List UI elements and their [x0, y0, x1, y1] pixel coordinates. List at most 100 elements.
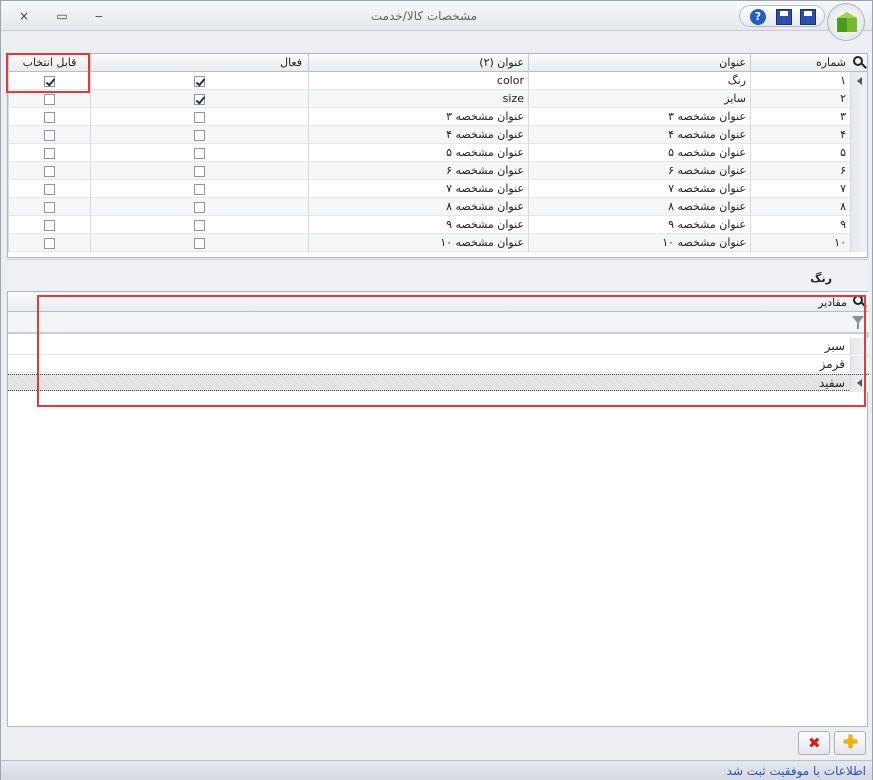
status-bar: اطلاعات با موفقیت ثبت شد — [1, 760, 872, 780]
search-icon[interactable] — [851, 55, 867, 71]
row-indicator[interactable] — [850, 162, 867, 180]
feature-row[interactable]: عنوان مشخصه ۴ عنوان مشخصه ۴۴ — [8, 126, 867, 144]
row-indicator[interactable] — [850, 216, 867, 234]
title-cell[interactable]: عنوان مشخصه ۹ — [528, 216, 750, 234]
row-indicator[interactable] — [850, 126, 867, 144]
active-checkbox[interactable] — [194, 147, 205, 159]
selectable-checkbox[interactable] — [44, 165, 55, 177]
selectable-cell — [8, 180, 90, 198]
title2-cell[interactable]: عنوان مشخصه ۵ — [308, 144, 528, 162]
active-cell — [90, 108, 308, 126]
column-header-values[interactable]: مقادیر — [818, 296, 847, 309]
feature-row[interactable]: size سایز ۲ — [8, 90, 867, 108]
active-checkbox[interactable] — [194, 93, 205, 105]
title-cell[interactable]: عنوان مشخصه ۱۰ — [528, 234, 750, 252]
title-cell[interactable]: سایز — [528, 90, 750, 108]
values-filter-row[interactable] — [8, 312, 869, 334]
selectable-checkbox[interactable] — [44, 201, 55, 213]
feature-row[interactable]: عنوان مشخصه ۱۰ عنوان مشخصه ۱۰ ۱۰ — [8, 234, 867, 252]
active-checkbox[interactable] — [194, 201, 205, 213]
active-checkbox[interactable] — [194, 75, 205, 87]
title2-cell[interactable]: size — [308, 90, 528, 108]
active-checkbox[interactable] — [194, 165, 205, 177]
active-checkbox[interactable] — [194, 111, 205, 123]
title2-cell[interactable]: عنوان مشخصه ۱۰ — [308, 234, 528, 252]
feature-row[interactable]: عنوان مشخصه ۵ عنوان مشخصه ۵۵ — [8, 144, 867, 162]
title-cell[interactable]: عنوان مشخصه ۴ — [528, 126, 750, 144]
selectable-checkbox[interactable] — [44, 183, 55, 195]
feature-row[interactable]: عنوان مشخصه ۷ عنوان مشخصه ۷۷ — [8, 180, 867, 198]
row-indicator[interactable] — [850, 338, 869, 355]
delete-button[interactable]: ✖ — [798, 731, 830, 755]
row-indicator[interactable] — [850, 108, 867, 126]
features-grid-header: قابل انتخاب فعال عنوان (۲) عنوان شماره — [8, 54, 867, 72]
value-row[interactable]: قرمز — [8, 356, 869, 373]
column-header-active[interactable]: فعال — [90, 54, 308, 72]
row-indicator[interactable] — [850, 375, 869, 392]
title2-cell[interactable]: عنوان مشخصه ۸ — [308, 198, 528, 216]
app-logo-icon[interactable] — [827, 3, 865, 41]
feature-row[interactable]: color رنگ ۱ — [8, 72, 867, 90]
add-button[interactable]: ✚ — [834, 731, 866, 755]
active-checkbox[interactable] — [194, 237, 205, 249]
selectable-checkbox[interactable] — [44, 219, 55, 231]
active-cell — [90, 180, 308, 198]
title-cell[interactable]: عنوان مشخصه ۵ — [528, 144, 750, 162]
feature-row[interactable]: عنوان مشخصه ۸ عنوان مشخصه ۸۸ — [8, 198, 867, 216]
selectable-checkbox[interactable] — [44, 111, 55, 123]
save-icon[interactable] — [800, 9, 816, 25]
save-all-icon[interactable] — [776, 9, 792, 25]
feature-row[interactable]: عنوان مشخصه ۳ عنوان مشخصه ۳۳ — [8, 108, 867, 126]
selectable-cell — [8, 162, 90, 180]
current-row-icon — [857, 379, 862, 387]
row-indicator[interactable] — [850, 198, 867, 216]
title2-cell[interactable]: عنوان مشخصه ۹ — [308, 216, 528, 234]
active-checkbox[interactable] — [194, 219, 205, 231]
title2-cell[interactable]: عنوان مشخصه ۶ — [308, 162, 528, 180]
value-text[interactable]: قرمز — [820, 357, 845, 371]
row-indicator[interactable] — [850, 234, 867, 252]
number-cell: ۴ — [750, 126, 850, 144]
title-cell[interactable]: عنوان مشخصه ۶ — [528, 162, 750, 180]
column-header-title2[interactable]: عنوان (۲) — [308, 54, 528, 72]
selectable-checkbox[interactable] — [44, 93, 55, 105]
feature-row[interactable]: عنوان مشخصه ۹ عنوان مشخصه ۹۹ — [8, 216, 867, 234]
title-cell[interactable]: عنوان مشخصه ۸ — [528, 198, 750, 216]
selectable-checkbox[interactable] — [44, 75, 55, 87]
selectable-checkbox[interactable] — [44, 237, 55, 249]
row-indicator[interactable] — [850, 180, 867, 198]
active-cell — [90, 198, 308, 216]
title-cell[interactable]: عنوان مشخصه ۳ — [528, 108, 750, 126]
row-indicator[interactable] — [850, 90, 867, 108]
filter-icon[interactable] — [852, 316, 864, 329]
active-cell — [90, 144, 308, 162]
title2-cell[interactable]: عنوان مشخصه ۷ — [308, 180, 528, 198]
active-checkbox[interactable] — [194, 183, 205, 195]
active-checkbox[interactable] — [194, 129, 205, 141]
selectable-checkbox[interactable] — [44, 147, 55, 159]
value-row[interactable]: سبز — [8, 338, 869, 355]
value-text[interactable]: سفید — [819, 376, 845, 390]
active-cell — [90, 72, 308, 90]
title-cell[interactable]: عنوان مشخصه ۷ — [528, 180, 750, 198]
values-search-icon[interactable] — [851, 294, 867, 310]
help-icon[interactable]: ? — [750, 9, 766, 25]
selectable-cell — [8, 90, 90, 108]
row-indicator[interactable] — [850, 72, 867, 90]
column-header-number[interactable]: شماره — [750, 54, 850, 72]
row-indicator[interactable] — [850, 144, 867, 162]
active-cell — [90, 90, 308, 108]
title2-cell[interactable]: عنوان مشخصه ۳ — [308, 108, 528, 126]
values-grid-header: مقادیر — [8, 292, 869, 312]
selectable-checkbox[interactable] — [44, 129, 55, 141]
column-header-title[interactable]: عنوان — [528, 54, 750, 72]
row-indicator[interactable] — [850, 356, 869, 373]
value-row[interactable]: سفید — [8, 374, 869, 392]
title2-cell[interactable]: color — [308, 72, 528, 90]
title-cell[interactable]: رنگ — [528, 72, 750, 90]
value-text[interactable]: سبز — [825, 339, 845, 353]
number-cell: ۱ — [750, 72, 850, 90]
column-header-selectable[interactable]: قابل انتخاب — [8, 54, 90, 72]
feature-row[interactable]: عنوان مشخصه ۶ عنوان مشخصه ۶۶ — [8, 162, 867, 180]
title2-cell[interactable]: عنوان مشخصه ۴ — [308, 126, 528, 144]
